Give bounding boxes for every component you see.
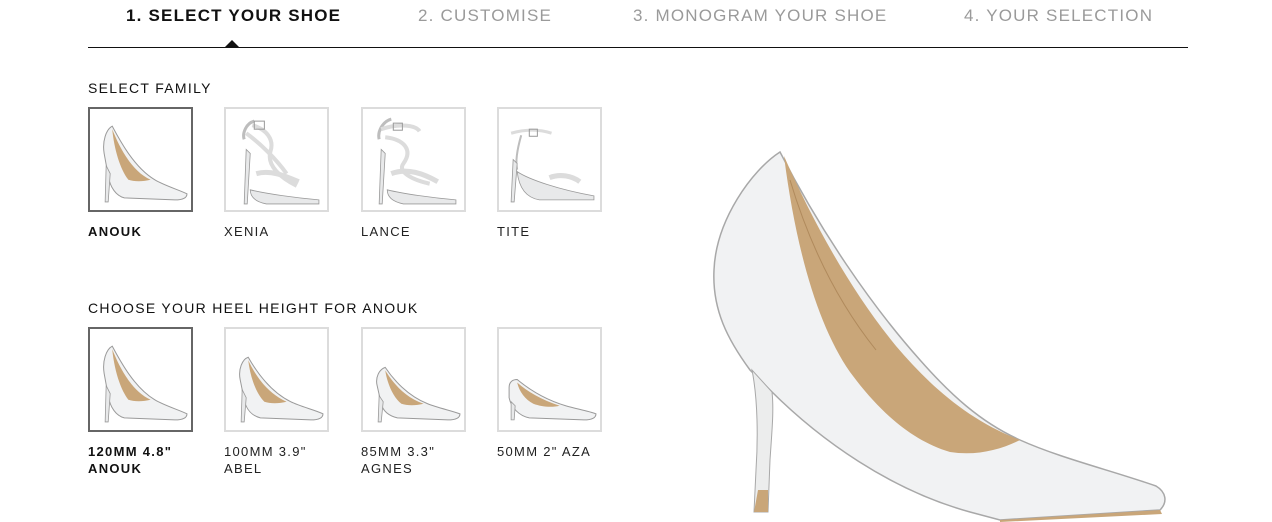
strappy-sandal-icon [242, 119, 320, 205]
family-option-xenia[interactable]: XENIA [224, 107, 354, 240]
family-option-tite[interactable]: TITE [497, 107, 627, 240]
heel-option-label: 85MM 3.3" AGNES [361, 444, 436, 476]
pump-shoe-icon [103, 345, 188, 423]
family-option-lance[interactable]: LANCE [361, 107, 491, 240]
heel-option-85mm[interactable]: 85MM 3.3" AGNES [361, 327, 491, 477]
shoe-preview-image [700, 140, 1180, 522]
anouk-thumbnail [88, 107, 193, 212]
step-select-your-shoe[interactable]: 1. SELECT YOUR SHOE [126, 6, 341, 26]
heel-option-label: 100MM 3.9" ABEL [224, 444, 307, 476]
family-option-label: ANOUK [88, 224, 143, 239]
ankle-strap-sandal-icon [510, 128, 595, 203]
strappy-sandal-icon [377, 117, 457, 205]
pump-shoe-preview-icon [713, 150, 1166, 522]
heel-option-50mm[interactable]: 50MM 2" AZA [497, 327, 627, 460]
pump-shoe-icon [103, 125, 188, 203]
family-option-label: TITE [497, 224, 531, 239]
heel-option-label: 120MM 4.8" ANOUK [88, 444, 173, 476]
step-monogram-your-shoe[interactable]: 3. MONOGRAM YOUR SHOE [633, 6, 887, 26]
heel-120mm-thumbnail [88, 327, 193, 432]
step-customise[interactable]: 2. CUSTOMISE [418, 6, 552, 26]
pump-shoe-icon [239, 356, 324, 423]
lance-thumbnail [361, 107, 466, 212]
step-your-selection[interactable]: 4. YOUR SELECTION [964, 6, 1153, 26]
checkout-steps-nav: 1. SELECT YOUR SHOE 2. CUSTOMISE 3. MONO… [88, 0, 1188, 48]
heel-85mm-thumbnail [361, 327, 466, 432]
heel-option-label: 50MM 2" AZA [497, 444, 592, 459]
pump-shoe-icon [508, 378, 597, 421]
heel-option-120mm[interactable]: 120MM 4.8" ANOUK [88, 327, 218, 477]
active-step-pointer-icon [225, 40, 239, 47]
heel-height-heading: CHOOSE YOUR HEEL HEIGHT FOR ANOUK [88, 300, 419, 316]
select-family-heading: SELECT FAMILY [88, 80, 212, 96]
pump-shoe-icon [376, 366, 461, 423]
family-option-label: LANCE [361, 224, 411, 239]
tite-thumbnail [497, 107, 602, 212]
family-option-label: XENIA [224, 224, 270, 239]
heel-option-100mm[interactable]: 100MM 3.9" ABEL [224, 327, 354, 477]
family-option-anouk[interactable]: ANOUK [88, 107, 218, 240]
heel-100mm-thumbnail [224, 327, 329, 432]
xenia-thumbnail [224, 107, 329, 212]
heel-50mm-thumbnail [497, 327, 602, 432]
